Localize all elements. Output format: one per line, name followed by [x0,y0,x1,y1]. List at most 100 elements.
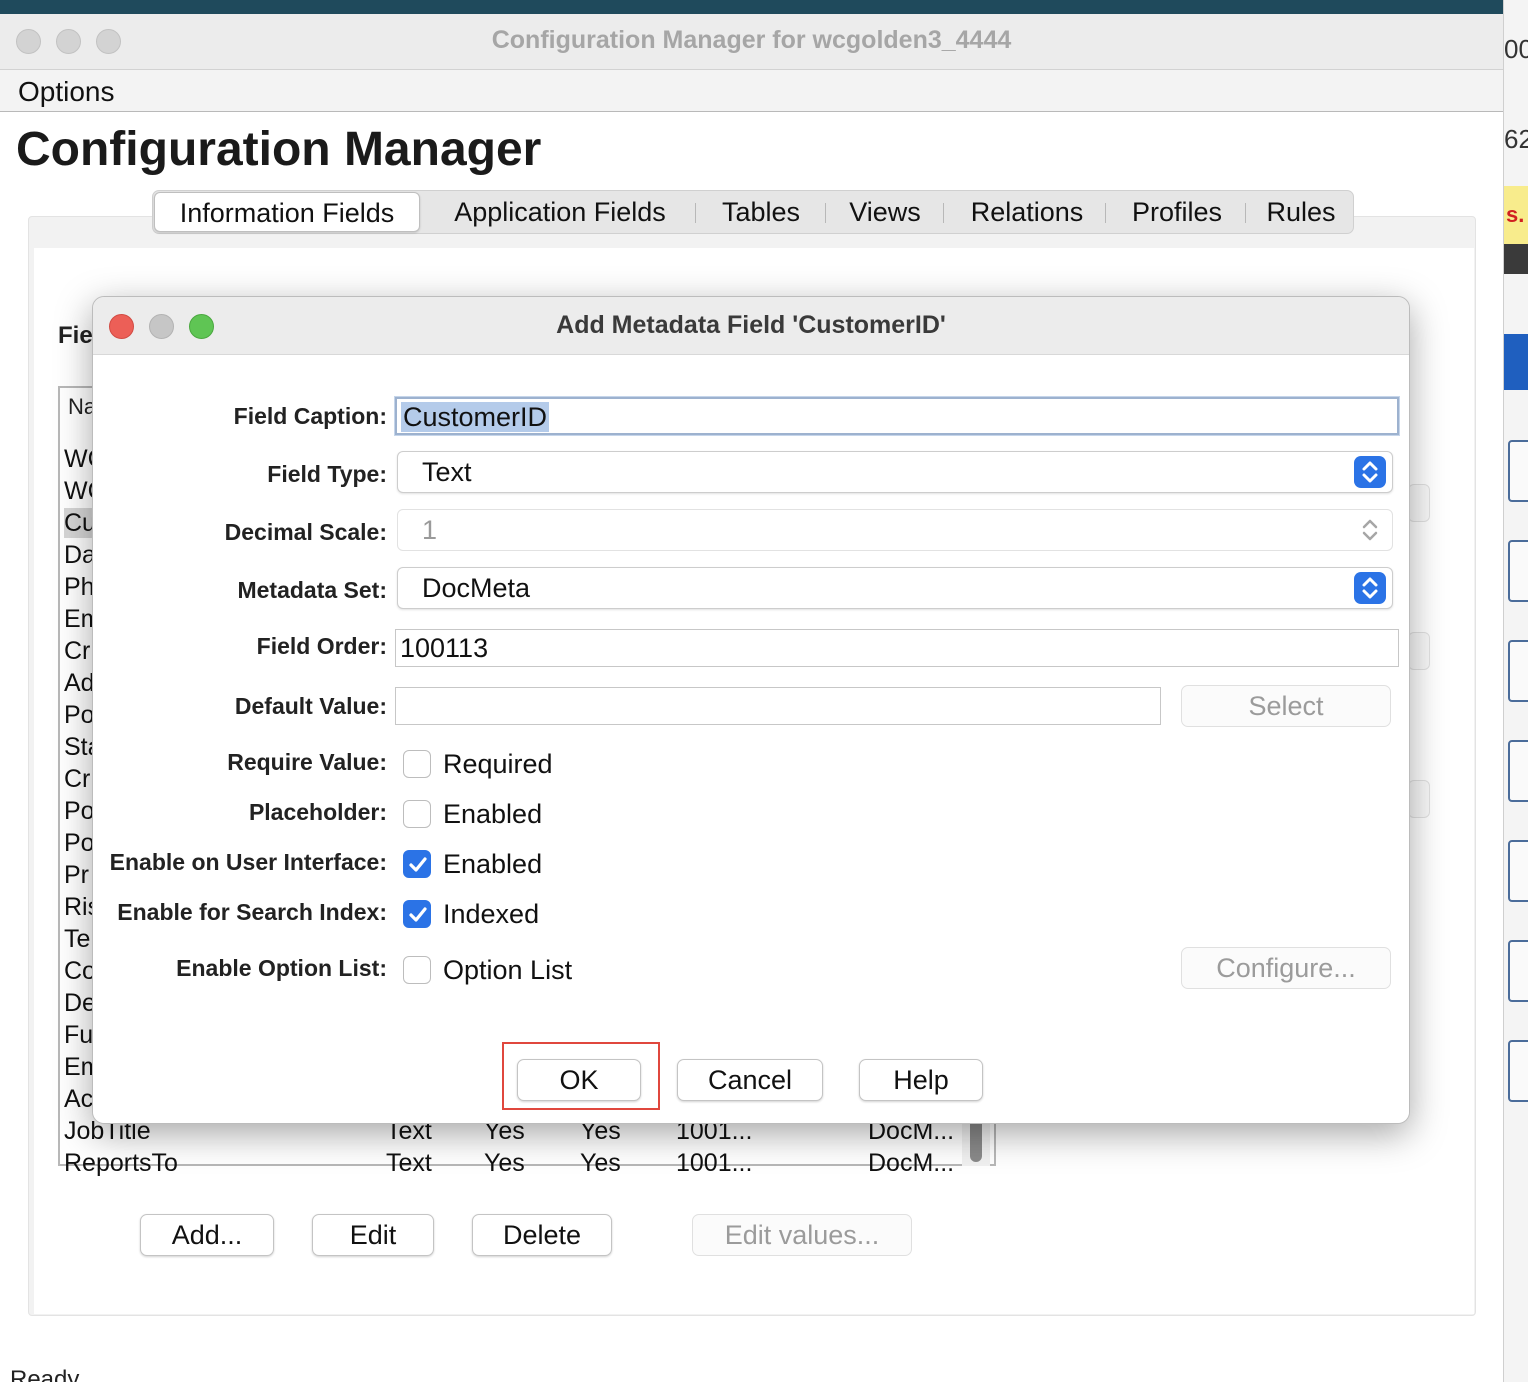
chevron-up-down-icon [1354,572,1386,604]
edge-text-yellow: s. [1506,202,1525,227]
decimal-scale-value: 1 [422,515,438,545]
edge-dark-bar [1504,244,1528,274]
enable-ui-checkbox[interactable] [403,850,431,878]
option-list-checkbox-label: Option List [443,955,573,985]
list-item[interactable]: Po [64,828,95,858]
tab-information-fields[interactable]: Information Fields [154,192,420,232]
edge-tool-icon[interactable] [1508,740,1528,802]
status-text: Ready [10,1366,80,1382]
tab-rules[interactable]: Rules [1249,191,1353,233]
default-value-input[interactable] [395,687,1161,725]
decimal-scale-stepper[interactable]: 1 [397,509,1393,551]
metadata-set-value: DocMeta [422,573,531,603]
add-metadata-field-dialog: Add Metadata Field 'CustomerID' Field Ca… [92,296,1410,1124]
enable-search-checkbox-label: Indexed [443,899,540,929]
menu-options[interactable]: Options [18,76,115,108]
field-type-select[interactable]: Text [397,451,1393,493]
cell-enabled: Yes [484,1149,525,1177]
cancel-button[interactable]: Cancel [677,1059,823,1101]
option-list-checkbox[interactable] [403,956,431,984]
tab-separator [825,203,826,223]
select-button[interactable]: Select [1181,685,1391,727]
list-item[interactable]: Cr [64,636,90,666]
obscured-control [1408,632,1430,670]
edge-tool-icon[interactable] [1508,640,1528,702]
edge-tool-icon[interactable] [1508,840,1528,902]
required-checkbox-label: Required [443,749,553,779]
field-order-input[interactable]: 100113 [395,629,1399,667]
chevron-up-down-icon [1354,514,1386,546]
list-item[interactable]: Te [64,924,90,954]
edit-values-button[interactable]: Edit values... [692,1214,912,1256]
enable-ui-label: Enable on User Interface: [109,849,387,875]
edge-tool-icon[interactable] [1508,540,1528,602]
tab-bar: Information Fields Application Fields Ta… [152,190,1354,234]
cell-type: Text [386,1149,432,1177]
edge-text-mid: 62 [1504,124,1528,154]
cell-indexed: Yes [580,1149,621,1177]
checkmark-icon [409,907,427,922]
obscured-control [1408,484,1430,522]
edge-blue-bar [1504,334,1528,390]
list-item[interactable]: Po [64,796,95,826]
table-row[interactable]: ReportsTo Text Yes Yes 1001... DocM... [64,1148,1024,1178]
dialog-titlebar: Add Metadata Field 'CustomerID' [93,297,1409,355]
field-type-label: Field Type: [267,461,387,487]
required-checkbox[interactable] [403,750,431,778]
window-title: Configuration Manager for wcgolden3_4444 [491,26,1012,54]
edge-yellow-banner: s. [1504,186,1528,244]
configure-button[interactable]: Configure... [1181,947,1391,989]
metadata-set-select[interactable]: DocMeta [397,567,1393,609]
list-item[interactable]: Ac [64,1084,93,1114]
enable-search-checkbox[interactable] [403,900,431,928]
edit-field-button[interactable]: Edit [312,1214,434,1256]
default-value-label: Default Value: [234,693,387,719]
delete-field-button[interactable]: Delete [472,1214,612,1256]
obscured-control [1408,780,1430,818]
field-type-value: Text [422,457,472,487]
checkmark-icon [409,857,427,872]
list-item[interactable]: Ad [64,668,95,698]
tab-views[interactable]: Views [829,191,941,233]
field-caption-label: Field Caption: [233,403,387,429]
tab-separator [1105,203,1106,223]
dialog-title: Add Metadata Field 'CustomerID' [556,311,946,339]
tab-relations[interactable]: Relations [947,191,1107,233]
placeholder-label: Placeholder: [248,799,387,825]
cell-name: ReportsTo [64,1149,178,1177]
enable-search-label: Enable for Search Index: [117,899,387,925]
list-item[interactable]: Po [64,700,95,730]
ok-highlight-annotation [502,1042,660,1110]
placeholder-checkbox[interactable] [403,800,431,828]
list-item[interactable]: Fu [64,1020,93,1050]
metadata-set-label: Metadata Set: [237,577,387,603]
enable-ui-checkbox-label: Enabled [443,849,543,879]
tab-separator [943,203,944,223]
tab-application-fields[interactable]: Application Fields [429,191,691,233]
cell-order: 1001... [676,1149,753,1177]
edge-text-top: 00 [1504,34,1528,64]
field-caption-input[interactable]: CustomerID [395,397,1399,435]
tab-separator [695,203,696,223]
list-item[interactable]: Cr [64,764,90,794]
edge-tool-icon[interactable] [1508,940,1528,1002]
tab-separator [1245,203,1246,223]
caption-value: CustomerID [401,402,550,432]
edge-tool-icon[interactable] [1508,1040,1528,1102]
add-field-button[interactable]: Add... [140,1214,274,1256]
list-item[interactable]: Pr [64,860,89,890]
placeholder-checkbox-label: Enabled [443,799,543,829]
window-titlebar: Configuration Manager for wcgolden3_4444 [0,14,1503,70]
help-button[interactable]: Help [859,1059,983,1101]
desktop-strip [0,0,1528,14]
require-value-label: Require Value: [227,749,387,775]
field-order-label: Field Order: [256,633,387,659]
tab-tables[interactable]: Tables [701,191,821,233]
enable-option-list-label: Enable Option List: [176,955,387,981]
menu-bar: Options [0,70,1503,112]
fields-section-label: Fie [58,322,93,349]
list-item[interactable]: Ph [64,572,95,602]
tab-profiles[interactable]: Profiles [1109,191,1245,233]
page-title: Configuration Manager [16,123,542,176]
edge-tool-icon[interactable] [1508,440,1528,502]
